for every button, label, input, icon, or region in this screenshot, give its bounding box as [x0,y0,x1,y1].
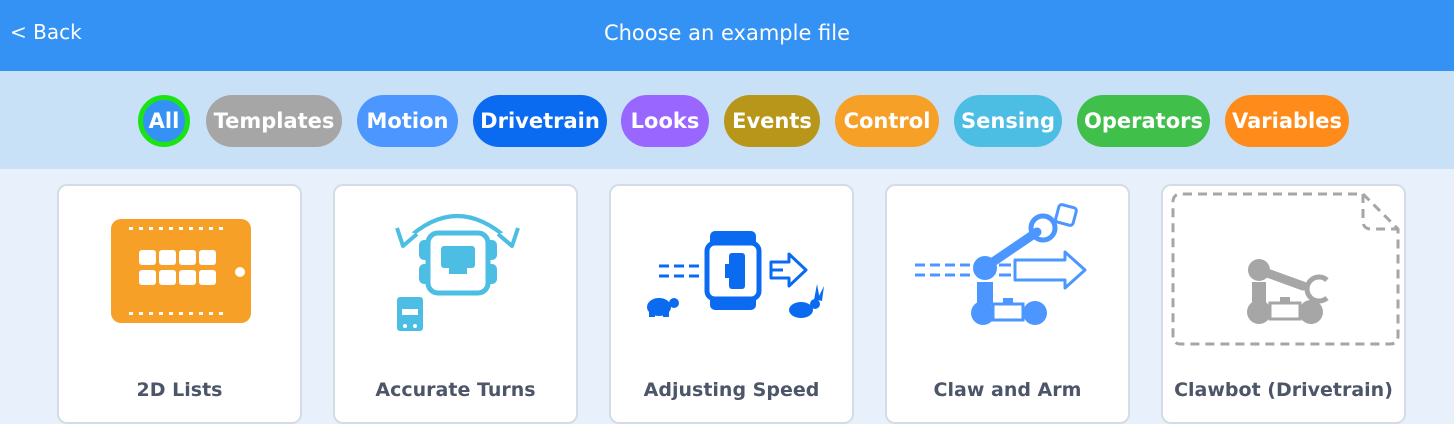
filter-chip-variables[interactable]: Variables [1225,95,1349,147]
filter-chip-motion[interactable]: Motion [357,95,458,147]
example-card-label: Clawbot (Drivetrain) [1174,379,1393,401]
example-card-label: Adjusting Speed [643,379,820,401]
clawbot-template-icon [1171,192,1400,346]
category-filter-bar: All Templates Motion Drivetrain Looks Ev… [0,71,1454,169]
filter-chip-sensing[interactable]: Sensing [954,95,1062,147]
page-title: Choose an example file [603,21,851,45]
example-card-label: Claw and Arm [933,379,1082,401]
filter-chip-operators[interactable]: Operators [1077,95,1210,147]
example-card-claw-and-arm[interactable]: Claw and Arm [885,184,1130,424]
example-card-label: Accurate Turns [375,379,536,401]
filter-chip-events[interactable]: Events [724,95,820,147]
filter-chip-looks[interactable]: Looks [621,95,709,147]
robot-arm-icon [915,203,1087,325]
example-card-adjusting-speed[interactable]: Adjusting Speed [609,184,854,424]
example-card-accurate-turns[interactable]: Accurate Turns [333,184,578,424]
header-bar: < Back Choose an example file [0,0,1454,71]
filter-chip-control[interactable]: Control [835,95,939,147]
filter-chip-drivetrain[interactable]: Drivetrain [473,95,607,147]
examples-grid: 2D Lists Accurate Turns Adjusting Speed … [0,169,1454,424]
robot-turn-icon [395,214,520,331]
filter-chip-templates[interactable]: Templates [206,95,342,147]
example-card-label: 2D Lists [136,379,223,401]
example-card-clawbot-drivetrain[interactable]: Clawbot (Drivetrain) [1161,184,1406,424]
example-card-2d-lists[interactable]: 2D Lists [57,184,302,424]
speed-robot-icon [647,231,824,318]
filter-chip-all[interactable]: All [138,95,190,147]
grid-list-icon [111,219,251,323]
